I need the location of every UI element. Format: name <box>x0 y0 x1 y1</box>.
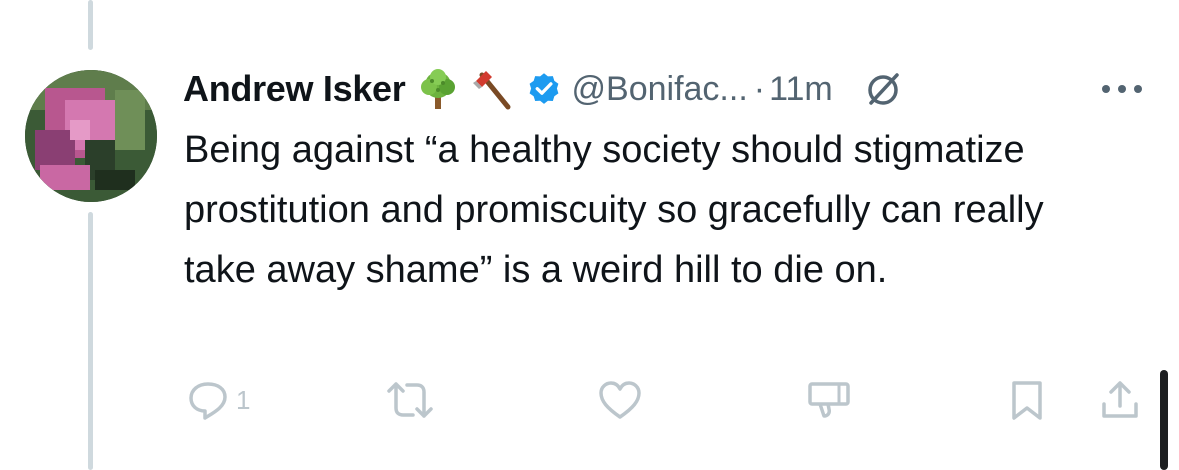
thread-line-top <box>88 0 93 50</box>
like-button[interactable] <box>597 370 643 430</box>
share-button[interactable] <box>1098 370 1142 430</box>
reply-count: 1 <box>236 384 251 415</box>
tweet-header: Andrew Isker @Bonifac... · 11m <box>183 60 1143 118</box>
repost-icon <box>387 382 433 418</box>
tweet-text: Being against “a healthy society should … <box>184 129 1044 291</box>
reply-icon <box>189 382 227 420</box>
more-options-icon[interactable] <box>1100 60 1144 118</box>
action-bar: 1 <box>0 370 1179 430</box>
user-handle[interactable]: @Bonifac... <box>572 70 748 109</box>
heart-icon <box>599 381 641 419</box>
repost-button[interactable] <box>385 370 435 430</box>
timestamp[interactable]: 11m <box>769 70 833 109</box>
grok-icon[interactable] <box>863 69 903 109</box>
tree-emoji-icon <box>416 67 460 111</box>
thumbs-down-icon <box>808 382 850 418</box>
thread-line-bottom <box>88 212 93 470</box>
downvote-button[interactable] <box>806 370 852 430</box>
verified-badge-icon[interactable] <box>526 71 562 107</box>
display-name[interactable]: Andrew Isker <box>183 68 406 110</box>
axe-emoji-icon <box>470 67 514 111</box>
bookmark-icon <box>1012 381 1042 420</box>
bookmark-button[interactable] <box>1007 370 1047 430</box>
reply-button[interactable]: 1 <box>186 370 250 430</box>
avatar[interactable] <box>25 70 157 202</box>
scrollbar[interactable] <box>1160 370 1168 470</box>
share-icon <box>1102 381 1138 418</box>
separator-dot: · <box>753 69 766 108</box>
